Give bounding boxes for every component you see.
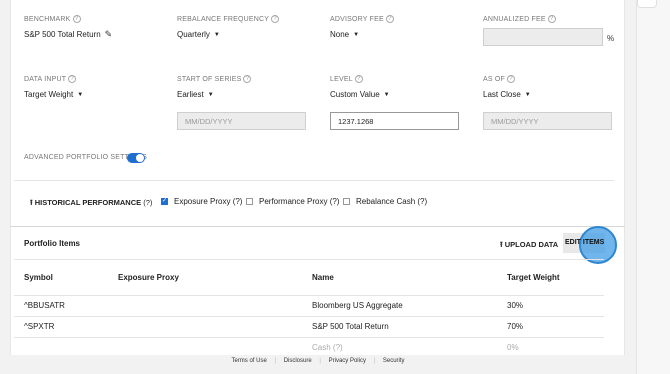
help-icon[interactable]: ? <box>385 15 394 23</box>
table-cell-weight: 0% <box>507 343 519 352</box>
advanced-settings-toggle[interactable] <box>127 153 145 163</box>
as-of-select[interactable]: Last Close ▼ <box>483 90 531 99</box>
footer-separator: | <box>319 358 321 364</box>
caret-down-icon: ▼ <box>207 91 214 98</box>
rebalance-frequency-select[interactable]: Quarterly ▼ <box>177 30 220 39</box>
benchmark-label: BENCHMARK? <box>24 15 81 23</box>
footer-separator: | <box>274 358 277 364</box>
table-cell-weight: 70% <box>507 322 524 331</box>
divider <box>14 295 604 296</box>
start-of-series-select[interactable]: Earliest ▼ <box>177 90 214 99</box>
caret-down-icon: ▼ <box>353 31 360 38</box>
column-header-target-weight[interactable]: Target Weight <box>507 273 560 282</box>
column-header-symbol[interactable]: Symbol <box>24 273 53 282</box>
level-select[interactable]: Custom Value ▼ <box>330 90 390 99</box>
right-sidebar <box>636 0 670 374</box>
upload-icon: ⭱ <box>500 240 503 249</box>
caret-down-icon: ▼ <box>383 91 390 98</box>
table-cell-name: S&P 500 Total Return <box>312 322 389 331</box>
level-input[interactable]: 1237.1268 <box>330 112 459 130</box>
footer: Terms of Use | Disclosure | Privacy Poli… <box>0 358 636 374</box>
help-icon[interactable]: ? <box>72 15 81 23</box>
rebalance-cash-checkbox[interactable] <box>343 198 350 205</box>
help-icon[interactable]: ? <box>354 75 363 83</box>
data-input-select[interactable]: Target Weight ▼ <box>24 90 83 99</box>
help-icon[interactable]: ? <box>547 15 556 23</box>
data-input-label: DATA INPUT? <box>24 75 77 83</box>
performance-proxy-checkbox[interactable] <box>246 198 253 205</box>
annualized-fee-input[interactable] <box>483 28 603 46</box>
help-icon[interactable]: ? <box>507 75 516 83</box>
rebalance-frequency-label: REBALANCE FREQUENCY? <box>177 15 280 23</box>
help-icon[interactable]: ? <box>68 75 77 83</box>
edit-items-label: EDIT ITEMS <box>565 239 605 246</box>
table-cell-symbol: ^SPXTR <box>24 322 55 331</box>
rebalance-cash-label: Rebalance Cash (?) <box>356 197 428 206</box>
start-of-series-label: START OF SERIES? <box>177 75 252 83</box>
column-header-exposure-proxy[interactable]: Exposure Proxy <box>118 273 179 282</box>
footer-link-disclosure[interactable]: Disclosure <box>284 358 312 364</box>
exposure-proxy-checkbox[interactable] <box>161 197 168 205</box>
sidebar-card <box>637 0 657 8</box>
upload-icon: ⭱ <box>30 198 33 207</box>
advisory-fee-select[interactable]: None ▼ <box>330 30 359 39</box>
portfolio-items-title: Portfolio Items <box>24 239 81 248</box>
footer-link-privacy[interactable]: Privacy Policy <box>329 358 366 364</box>
performance-proxy-label: Performance Proxy (?) <box>259 197 340 206</box>
level-label: LEVEL? <box>330 75 363 83</box>
divider <box>14 180 614 181</box>
as-of-label: AS OF? <box>483 75 516 83</box>
caret-down-icon: ▼ <box>213 31 220 38</box>
table-cell-weight: 30% <box>507 301 524 310</box>
footer-link-terms[interactable]: Terms of Use <box>231 358 266 364</box>
divider <box>14 337 604 338</box>
footer-link-security[interactable]: Security <box>383 358 405 364</box>
caret-down-icon: ▼ <box>77 91 84 98</box>
table-cell-name: Cash (?) <box>312 343 343 352</box>
help-icon[interactable]: ? <box>243 75 252 83</box>
exposure-proxy-label: Exposure Proxy (?) <box>174 197 243 206</box>
caret-down-icon: ▼ <box>524 91 531 98</box>
divider <box>14 316 604 317</box>
help-icon[interactable]: (?) <box>143 198 152 207</box>
divider <box>14 259 604 260</box>
benchmark-value[interactable]: S&P 500 Total Return ✎ <box>24 29 112 40</box>
pencil-icon[interactable]: ✎ <box>105 29 113 39</box>
upload-data-button[interactable]: ⭱ UPLOAD DATA <box>500 239 558 252</box>
as-of-date-input[interactable]: MM/DD/YYYY <box>483 112 612 130</box>
section-divider <box>10 226 625 227</box>
table-cell-name: Bloomberg US Aggregate <box>312 301 403 310</box>
footer-separator: | <box>373 358 376 364</box>
historical-performance-button[interactable]: ⭱ HISTORICAL PERFORMANCE (?) <box>30 197 152 210</box>
help-icon[interactable]: ? <box>271 15 280 23</box>
table-cell-symbol: ^BBUSATR <box>24 301 65 310</box>
annualized-fee-label: ANNUALIZED FEE? <box>483 15 556 23</box>
start-date-input[interactable]: MM/DD/YYYY <box>177 112 306 130</box>
column-header-name[interactable]: Name <box>312 273 334 282</box>
advisory-fee-label: ADVISORY FEE? <box>330 15 394 23</box>
percent-suffix: % <box>607 34 615 43</box>
